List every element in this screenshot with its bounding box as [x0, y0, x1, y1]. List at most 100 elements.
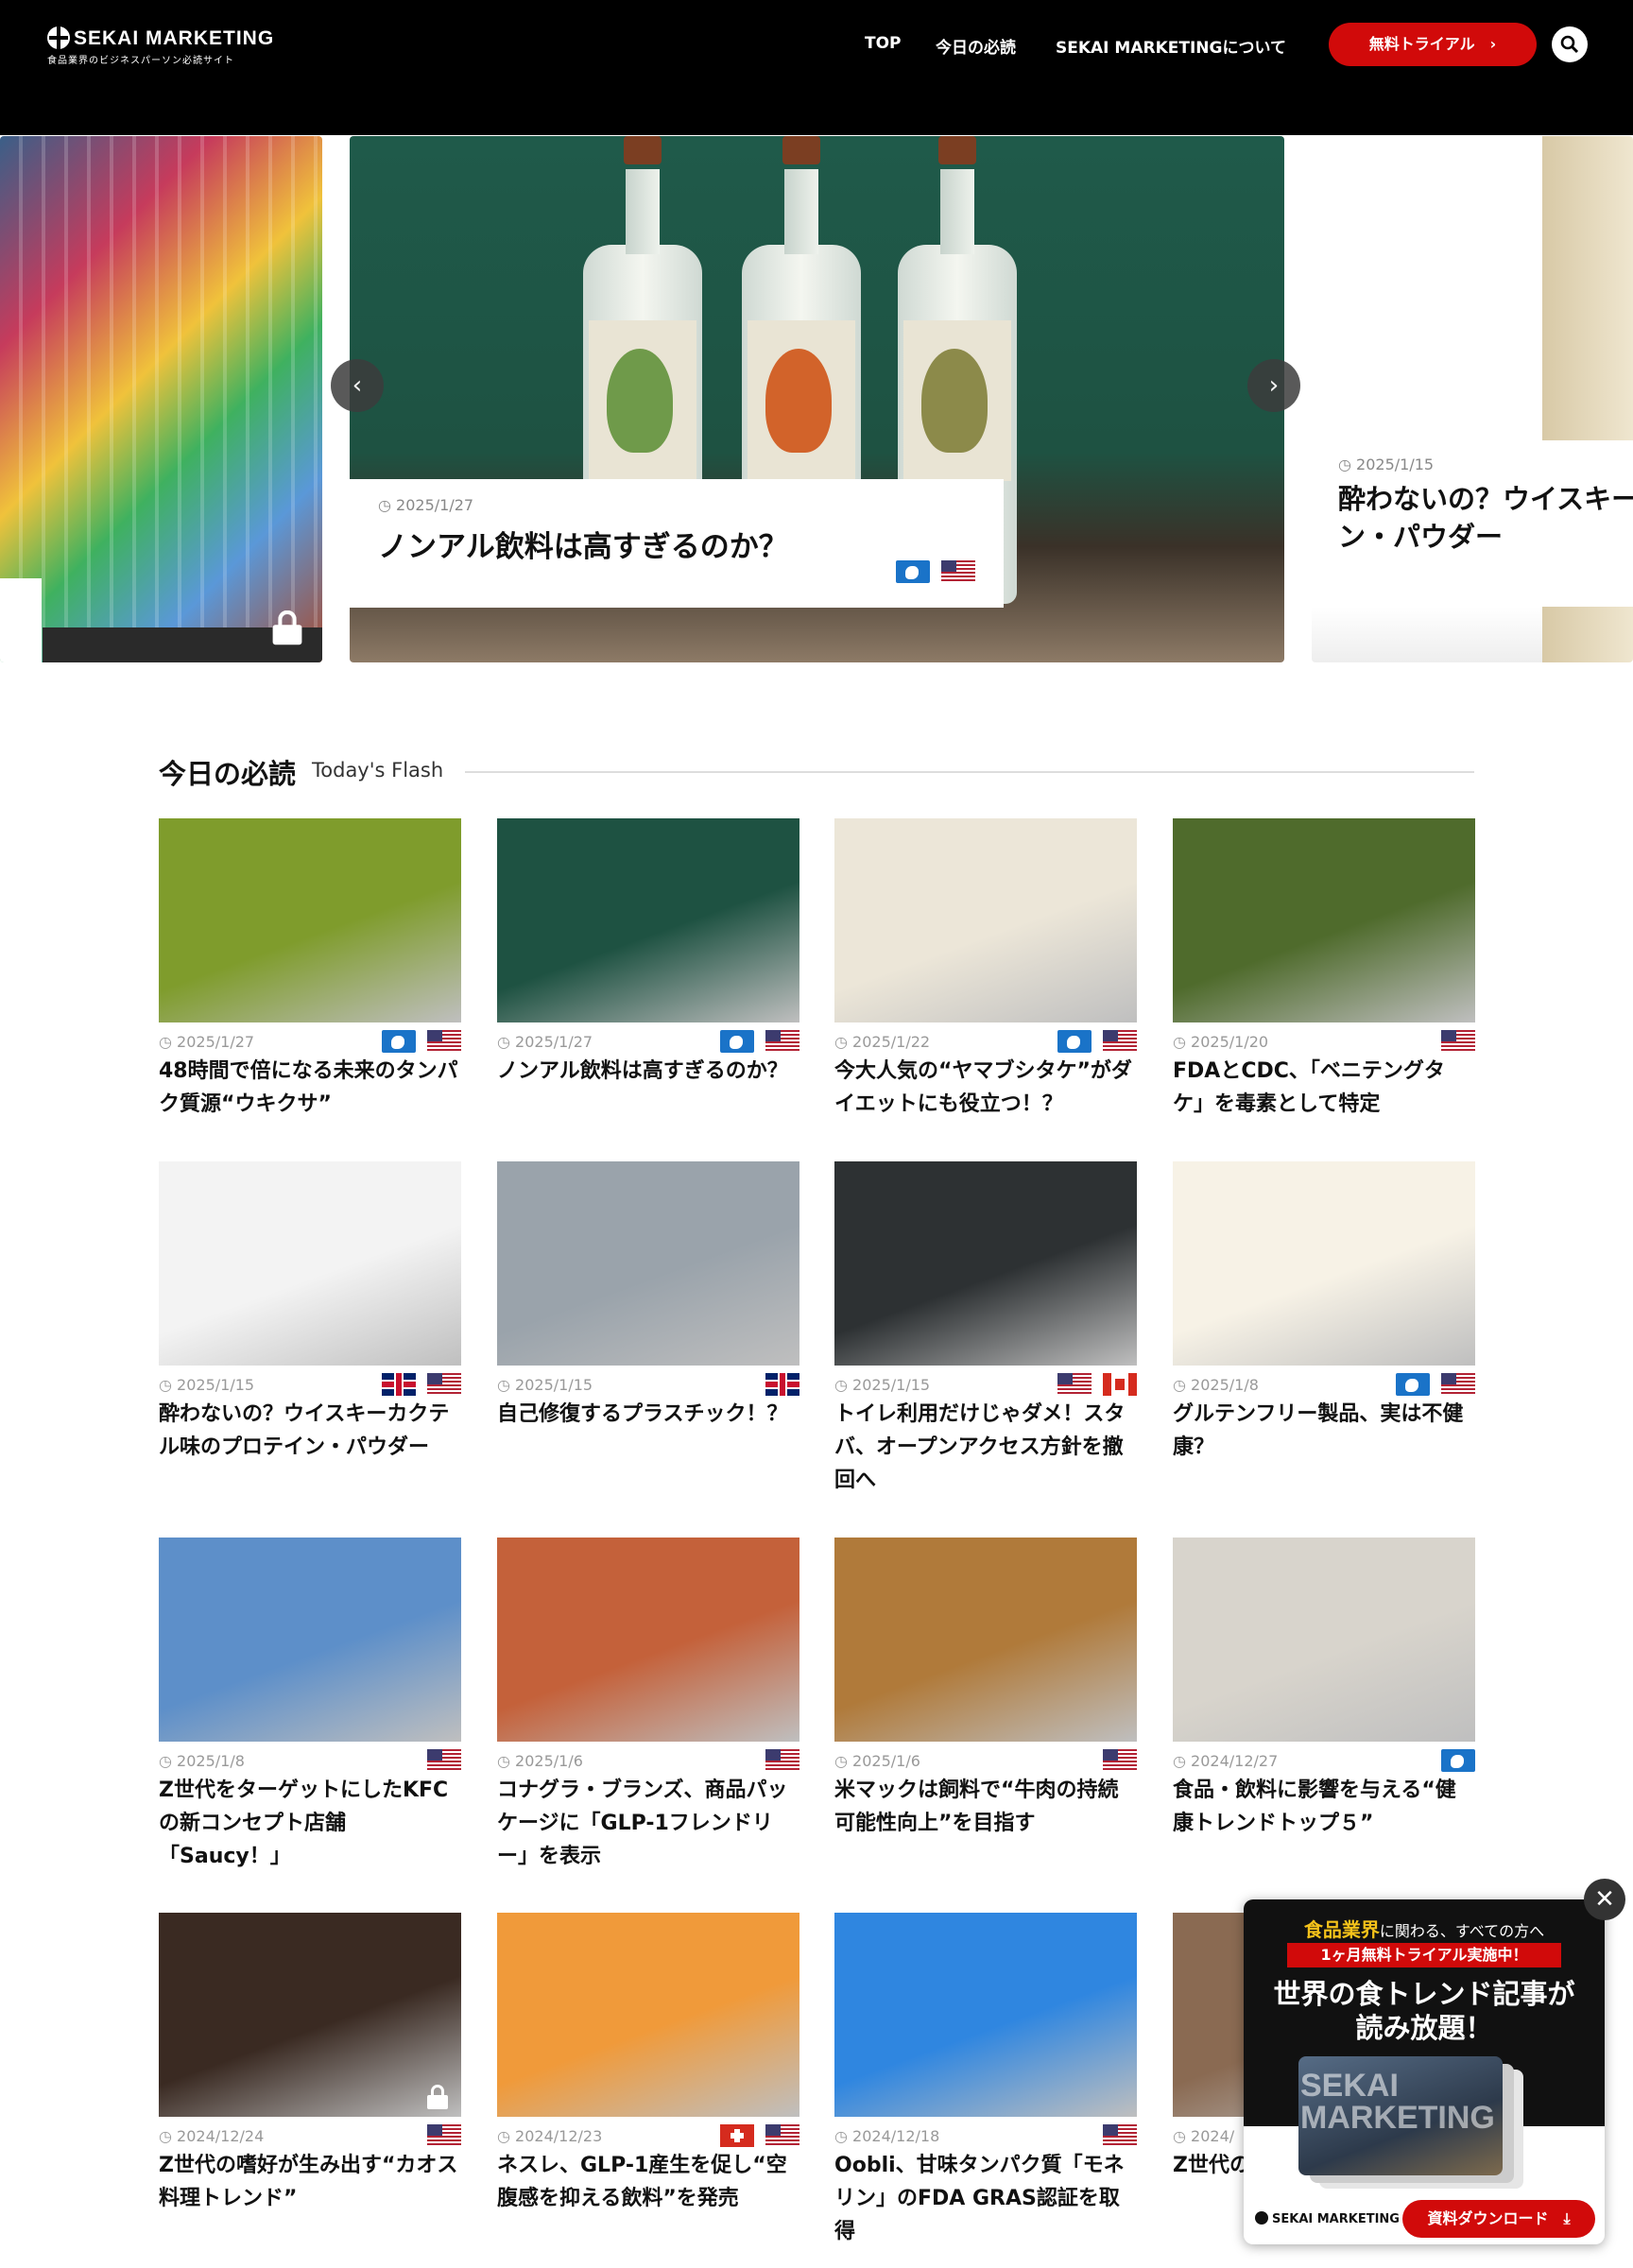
us-flag-icon — [1103, 1749, 1137, 1772]
article-card[interactable]: ◷ 2025/1/20 FDAとCDC、「ベニテングタケ」を毒素として特定 — [1173, 818, 1475, 1121]
article-card[interactable]: ◷ 2024/12/18 Oobli、甘味タンパク質「モネリン」のFDA GRAS… — [834, 1913, 1137, 2248]
world-flag-icon — [720, 1030, 754, 1053]
us-flag-icon — [941, 560, 975, 583]
world-flag-icon — [1396, 1373, 1430, 1396]
close-icon: ✕ — [1594, 1885, 1615, 1914]
article-meta: ◷ 2025/1/15 — [497, 1366, 799, 1398]
article-thumbnail — [159, 1538, 461, 1742]
article-title: FDAとCDC、「ベニテングタケ」を毒素として特定 — [1173, 1059, 1445, 1116]
article-thumbnail — [1173, 818, 1475, 1022]
article-card[interactable]: ◷ 2024/12/23 ネスレ、GLP-1産生を促し“空腹感を抑える飲料”を発売 — [497, 1913, 799, 2215]
article-thumbnail — [834, 1161, 1137, 1366]
article-title: 自己修復するプラスチック！？ — [497, 1402, 788, 1426]
article-meta: ◷ 2025/1/27 — [159, 1022, 461, 1055]
hero-next-date: ◷ 2025/1/15 — [1338, 455, 1435, 473]
us-flag-icon — [1441, 1030, 1475, 1053]
logo-tagline: 食品業界のビジネスパーソン必読サイト — [47, 56, 234, 66]
article-meta: ◷ 2024/12/23 — [497, 2117, 799, 2149]
article-card[interactable]: ◷ 2025/1/15 自己修復するプラスチック！？ — [497, 1161, 799, 1431]
us-flag-icon — [765, 2124, 799, 2147]
nav-top[interactable]: TOP — [865, 34, 902, 53]
article-thumbnail — [834, 818, 1137, 1022]
article-meta: ◷ 2025/1/6 — [834, 1742, 1137, 1774]
popup-trial-banner: 1ヶ月無料トライアル実施中！ — [1287, 1943, 1561, 1967]
article-title: コナグラ・ブランズ、商品パッケージに「GLP-1フレンドリー」を表示 — [497, 1778, 788, 1868]
article-title: Oobli、甘味タンパク質「モネリン」のFDA GRAS認証を取得 — [834, 2154, 1125, 2243]
article-date: ◷ 2025/1/6 — [834, 1752, 920, 1770]
article-thumbnail — [497, 1161, 799, 1366]
us-flag-icon — [427, 2124, 461, 2147]
hero-slide-next[interactable]: ◷ 2025/1/15 酔わないの？ウイスキーカン・パウダー — [1312, 136, 1633, 662]
chevron-left-icon: ‹ — [352, 371, 363, 400]
popup-close-button[interactable]: ✕ — [1584, 1879, 1625, 1920]
article-card[interactable]: ◷ 2025/1/6 コナグラ・ブランズ、商品パッケージに「GLP-1フレンドリー… — [497, 1538, 799, 1873]
carousel-next-button[interactable]: › — [1247, 359, 1300, 412]
article-card[interactable]: ◷ 2024/12/24 Z世代の嗜好が生み出す“カオス料理トレンド” — [159, 1913, 461, 2215]
free-trial-button[interactable]: 無料トライアル › — [1329, 23, 1537, 66]
uk-flag-icon — [382, 1373, 416, 1396]
article-meta: ◷ 2025/1/22 — [834, 1022, 1137, 1055]
search-button[interactable] — [1552, 26, 1588, 62]
article-date: ◷ 2024/12/24 — [159, 2127, 265, 2145]
nav-about[interactable]: SEKAI MARKETINGについて — [1056, 34, 1286, 58]
article-flags — [754, 1749, 799, 1772]
popup-device-mockup: SEKAI MARKETING — [1298, 2056, 1503, 2175]
article-flags — [416, 2124, 461, 2147]
article-card[interactable]: ◷ 2025/1/15 トイレ利用だけじゃダメ！スタバ、オープンアクセス方針を撤回… — [834, 1161, 1137, 1497]
article-flags — [1430, 1030, 1475, 1053]
article-meta: ◷ 2024/12/27 — [1173, 1742, 1475, 1774]
article-thumbnail — [159, 818, 461, 1022]
uk-flag-icon — [765, 1373, 799, 1396]
article-thumbnail — [497, 818, 799, 1022]
article-thumbnail — [497, 1538, 799, 1742]
carousel-prev-button[interactable]: ‹ — [331, 359, 384, 412]
article-flags — [1046, 1030, 1137, 1053]
article-card[interactable]: ◷ 2025/1/15 酔わないの？ウイスキーカクテル味のプロテイン・パウダー — [159, 1161, 461, 1464]
article-card[interactable]: ◷ 2025/1/27 48時間で倍になる未来のタンパク質源“ウキクサ” — [159, 818, 461, 1121]
us-flag-icon — [427, 1373, 461, 1396]
article-date: ◷ 2025/1/6 — [497, 1752, 583, 1770]
ca-flag-icon — [1103, 1373, 1137, 1396]
hero-slide-prev[interactable] — [0, 136, 322, 662]
article-card[interactable]: ◷ 2024/12/27 食品・飲料に影響を与える“健康トレンドトップ５” — [1173, 1538, 1475, 1840]
article-flags — [1430, 1749, 1475, 1772]
world-flag-icon — [382, 1030, 416, 1053]
article-thumbnail — [1173, 1161, 1475, 1366]
article-title: 食品・飲料に影響を与える“健康トレンドトップ５” — [1173, 1778, 1456, 1835]
ch-flag-icon — [720, 2124, 754, 2147]
article-title: トイレ利用だけじゃダメ！スタバ、オープンアクセス方針を撤回へ — [834, 1402, 1126, 1492]
article-thumbnail — [497, 1913, 799, 2117]
us-flag-icon — [1103, 1030, 1137, 1053]
article-title: 米マックは飼料で“牛肉の持続可能性向上”を目指す — [834, 1778, 1119, 1835]
article-flags — [754, 1373, 799, 1396]
article-date: ◷ 2025/1/15 — [834, 1376, 931, 1394]
article-title: 48時間で倍になる未来のタンパク質源“ウキクサ” — [159, 1059, 458, 1116]
nav-todays-read[interactable]: 今日の必読 — [936, 34, 1016, 58]
popup-logo: SEKAI MARKETING — [1255, 2211, 1400, 2226]
article-meta: ◷ 2025/1/6 — [497, 1742, 799, 1774]
article-card[interactable]: ◷ 2025/1/6 米マックは飼料で“牛肉の持続可能性向上”を目指す — [834, 1538, 1137, 1840]
article-flags — [370, 1373, 461, 1396]
article-date: ◷ 2025/1/8 — [159, 1752, 245, 1770]
section-subtitle: Today's Flash — [312, 759, 444, 782]
section-divider — [465, 771, 1474, 773]
article-date: ◷ 2025/1/22 — [834, 1033, 931, 1051]
us-flag-icon — [1441, 1373, 1475, 1396]
article-card[interactable]: ◷ 2025/1/27 ノンアル飲料は高すぎるのか？ — [497, 818, 799, 1088]
article-title: ノンアル飲料は高すぎるのか？ — [497, 1059, 788, 1083]
slide-card-fragment — [0, 578, 42, 662]
article-flags — [1384, 1373, 1475, 1396]
download-brochure-button[interactable]: 資料ダウンロード ⤓ — [1402, 2200, 1595, 2238]
article-card[interactable]: ◷ 2025/1/8 グルテンフリー製品、実は不健康？ — [1173, 1161, 1475, 1464]
trial-popup[interactable]: 食品業界に関わる、すべての方へ 1ヶ月無料トライアル実施中！ 世界の食トレンド記… — [1244, 1899, 1605, 2244]
article-flags — [370, 1030, 461, 1053]
article-card[interactable]: ◷ 2025/1/22 今大人気の“ヤマブシタケ”がダイエットにも役立つ！？ — [834, 818, 1137, 1121]
us-flag-icon — [427, 1030, 461, 1053]
article-date: ◷ 2025/1/27 — [159, 1033, 255, 1051]
article-thumbnail — [159, 1161, 461, 1366]
hero-caption-card[interactable]: ◷ 2025/1/27 ノンアル飲料は高すぎるのか？ — [350, 479, 1004, 608]
article-flags — [1092, 1749, 1137, 1772]
article-card[interactable]: ◷ 2025/1/8 Z世代をターゲットにしたKFCの新コンセプト店舗「Saucy… — [159, 1538, 461, 1873]
hero-next-title: 酔わないの？ウイスキーカン・パウダー — [1338, 483, 1633, 553]
popup-headline: 世界の食トレンド記事が 読み放題！ — [1273, 1978, 1575, 2044]
